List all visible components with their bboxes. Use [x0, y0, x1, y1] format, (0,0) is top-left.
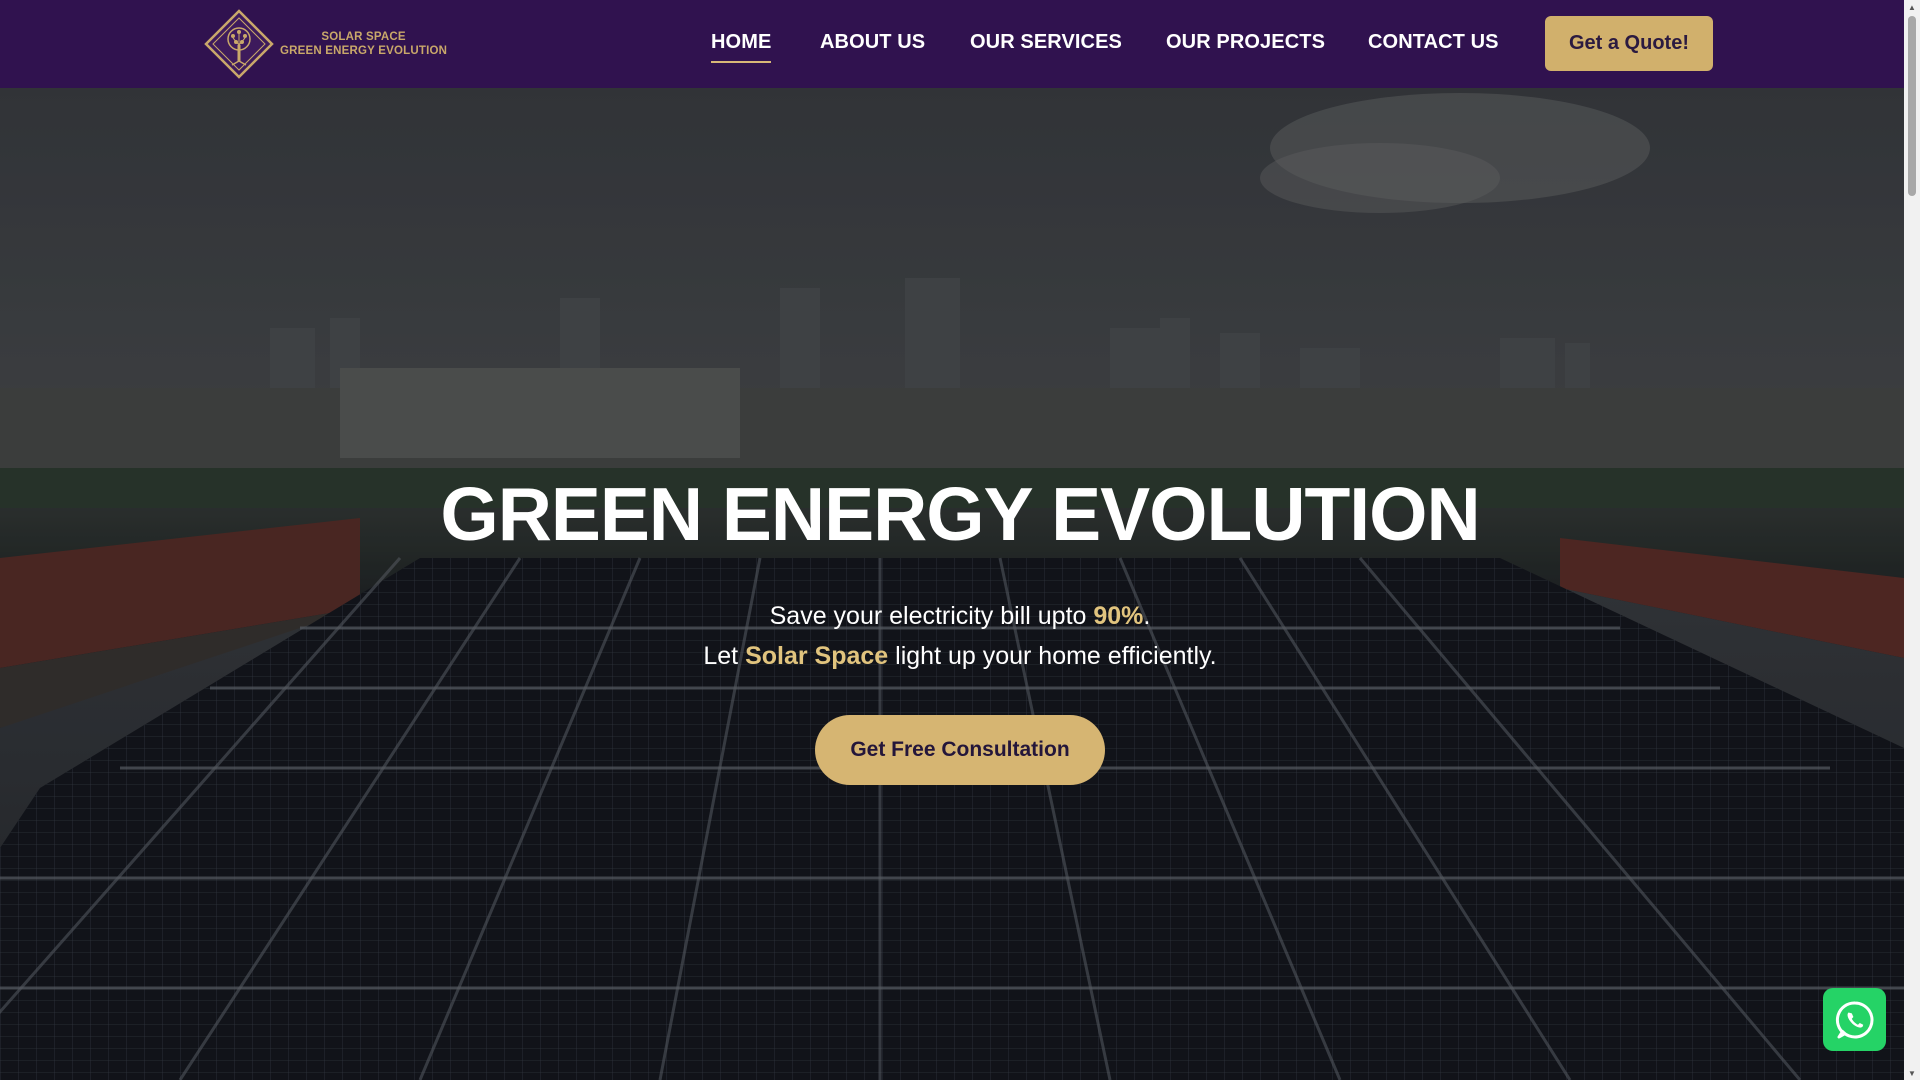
site-header: SOLAR SPACE GREEN ENERGY EVOLUTION HOME …: [0, 0, 1904, 88]
hero-savings-highlight: 90%: [1093, 602, 1144, 630]
nav-our-projects[interactable]: OUR PROJECTS: [1166, 31, 1325, 54]
free-consultation-button[interactable]: Get Free Consultation: [815, 715, 1105, 785]
hero-section: GREEN ENERGY EVOLUTION Save your electri…: [0, 88, 1904, 1080]
nav-our-services[interactable]: OUR SERVICES: [970, 31, 1122, 54]
hero-subtitle: Save your electricity bill upto 90%. Let…: [0, 596, 1904, 676]
scroll-down-arrow-icon[interactable]: ▼: [1904, 1066, 1920, 1080]
hero-line1-end: .: [1143, 602, 1151, 630]
hero-line1-text: Save your electricity bill upto: [769, 602, 1094, 630]
hero-line2-text: Let: [703, 642, 746, 670]
nav-contact-us[interactable]: CONTACT US: [1368, 31, 1499, 54]
whatsapp-chat-button[interactable]: [1823, 988, 1886, 1051]
hero-brand-highlight: Solar Space: [745, 642, 889, 670]
hero-dim-overlay: [0, 88, 1904, 1080]
scrollbar-thumb[interactable]: [1908, 16, 1916, 196]
whatsapp-icon: [1835, 1000, 1874, 1038]
page-scrollbar[interactable]: ▲ ▼: [1904, 0, 1920, 1080]
scroll-up-arrow-icon[interactable]: ▲: [1904, 0, 1920, 14]
nav-about-us[interactable]: ABOUT US: [820, 31, 925, 54]
get-quote-button[interactable]: Get a Quote!: [1545, 16, 1713, 71]
brand-name: SOLAR SPACE: [321, 31, 406, 43]
brand-tagline: GREEN ENERGY EVOLUTION: [280, 45, 448, 57]
nav-home[interactable]: HOME: [711, 31, 772, 63]
tree-diamond-logo-icon: [204, 9, 274, 79]
hero-title: GREEN ENERGY EVOLUTION: [440, 472, 1480, 556]
brand-wordmark: SOLAR SPACE GREEN ENERGY EVOLUTION: [280, 30, 447, 58]
brand-logo[interactable]: SOLAR SPACE GREEN ENERGY EVOLUTION: [204, 9, 447, 79]
hero-line2-end: light up your home efficiently.: [888, 642, 1217, 670]
